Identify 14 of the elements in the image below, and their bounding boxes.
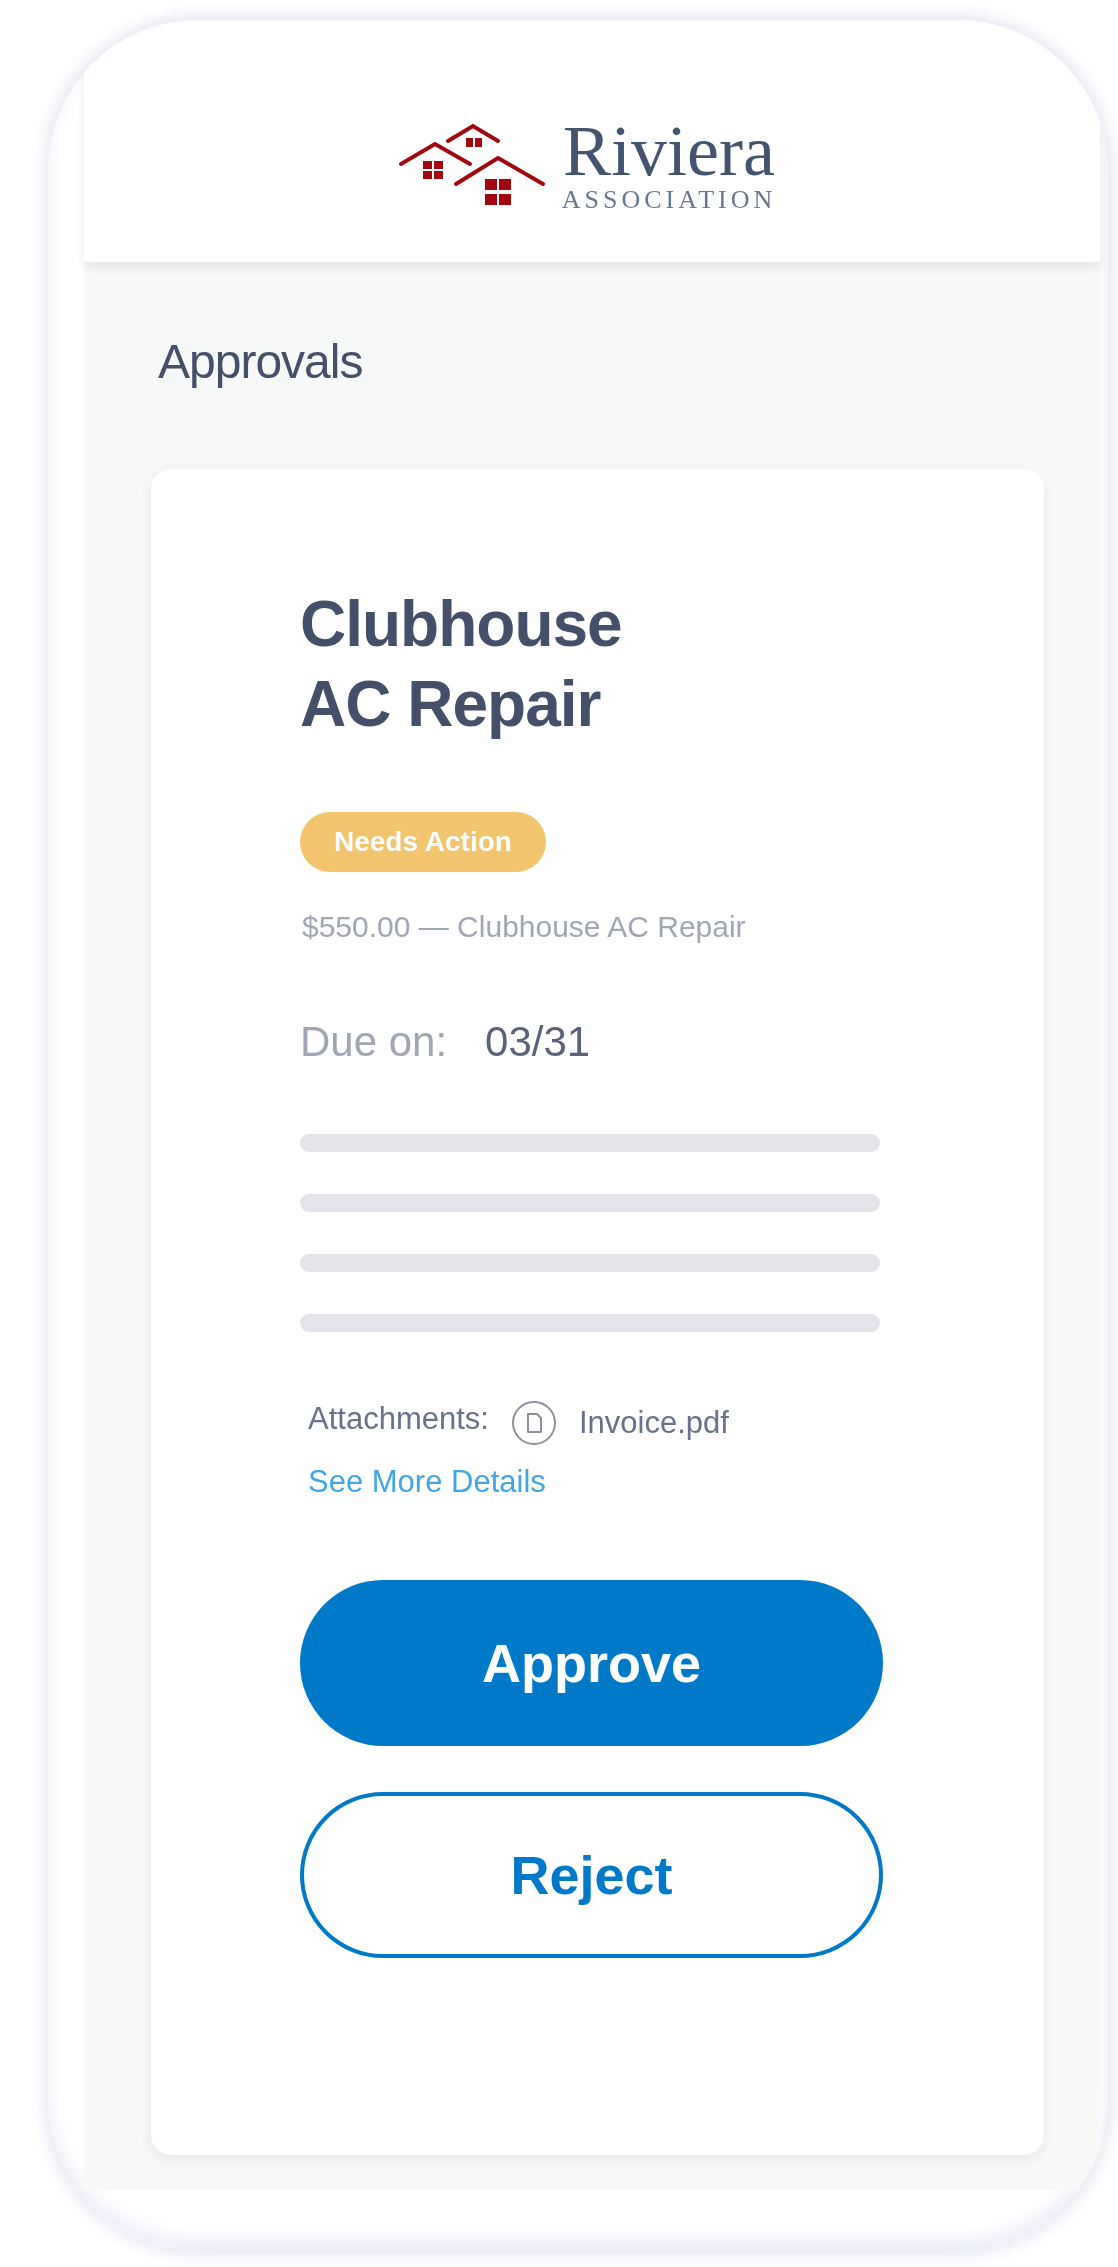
document-icon — [510, 1400, 557, 1446]
attachments-label: Attachments: — [308, 1401, 489, 1437]
card-title: Clubhouse AC Repair — [300, 587, 623, 742]
logo-name: Riviera — [563, 116, 775, 186]
attachment-link[interactable]: Invoice.pdf — [578, 1405, 729, 1441]
page-title: Approvals — [158, 334, 364, 389]
amount-summary: $550.00 — Clubhouse AC Repair — [302, 910, 746, 944]
due-date: 03/31 — [485, 1018, 591, 1066]
approve-button[interactable]: Approve — [300, 1580, 883, 1746]
reject-button[interactable]: Reject — [300, 1792, 883, 1958]
status-badge: Needs Action — [300, 812, 546, 872]
see-more-details-link[interactable]: See More Details — [308, 1464, 546, 1500]
due-label: Due on: — [300, 1018, 448, 1066]
logo-tagline: ASSOCIATION — [561, 185, 777, 216]
